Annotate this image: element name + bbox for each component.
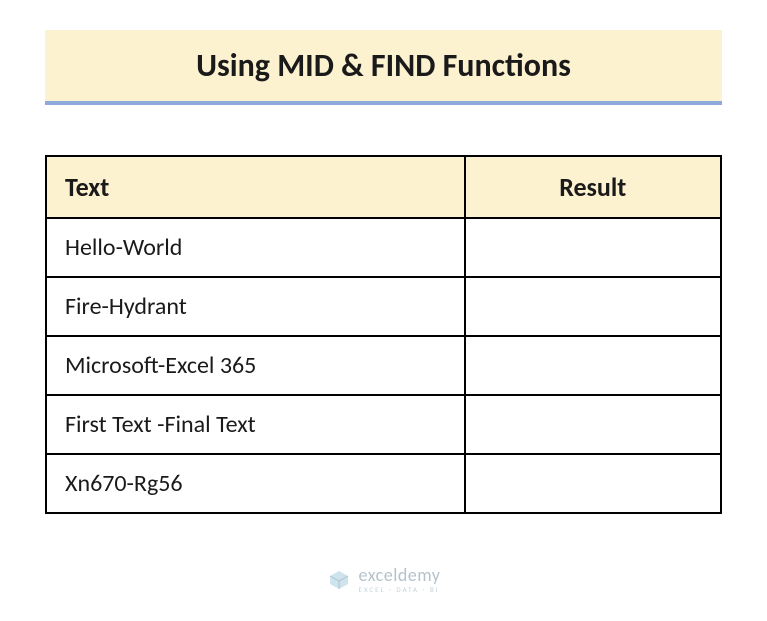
watermark: exceldemy EXCEL · DATA · BI	[327, 566, 441, 593]
page-title: Using MID & FIND Functions	[45, 46, 722, 85]
header-text: Text	[46, 156, 465, 218]
title-banner: Using MID & FIND Functions	[45, 30, 722, 105]
cell-result	[465, 277, 722, 336]
table-header-row: Text Result	[46, 156, 721, 218]
cell-result	[465, 218, 722, 277]
cell-text: Fire-Hydrant	[46, 277, 465, 336]
table-row: Hello-World	[46, 218, 721, 277]
watermark-brand: exceldemy	[359, 566, 441, 584]
data-table: Text Result Hello-World Fire-Hydrant Mic…	[45, 155, 722, 514]
cell-result	[465, 395, 722, 454]
table-row: Microsoft-Excel 365	[46, 336, 721, 395]
table-row: Xn670-Rg56	[46, 454, 721, 513]
cell-text: Hello-World	[46, 218, 465, 277]
cell-result	[465, 454, 722, 513]
cell-result	[465, 336, 722, 395]
cell-text: First Text -Final Text	[46, 395, 465, 454]
cell-text: Microsoft-Excel 365	[46, 336, 465, 395]
table-row: Fire-Hydrant	[46, 277, 721, 336]
table-row: First Text -Final Text	[46, 395, 721, 454]
cell-text: Xn670-Rg56	[46, 454, 465, 513]
header-result: Result	[465, 156, 722, 218]
watermark-tagline: EXCEL · DATA · BI	[359, 586, 441, 593]
watermark-text: exceldemy EXCEL · DATA · BI	[359, 566, 441, 593]
exceldemy-logo-icon	[327, 568, 351, 592]
